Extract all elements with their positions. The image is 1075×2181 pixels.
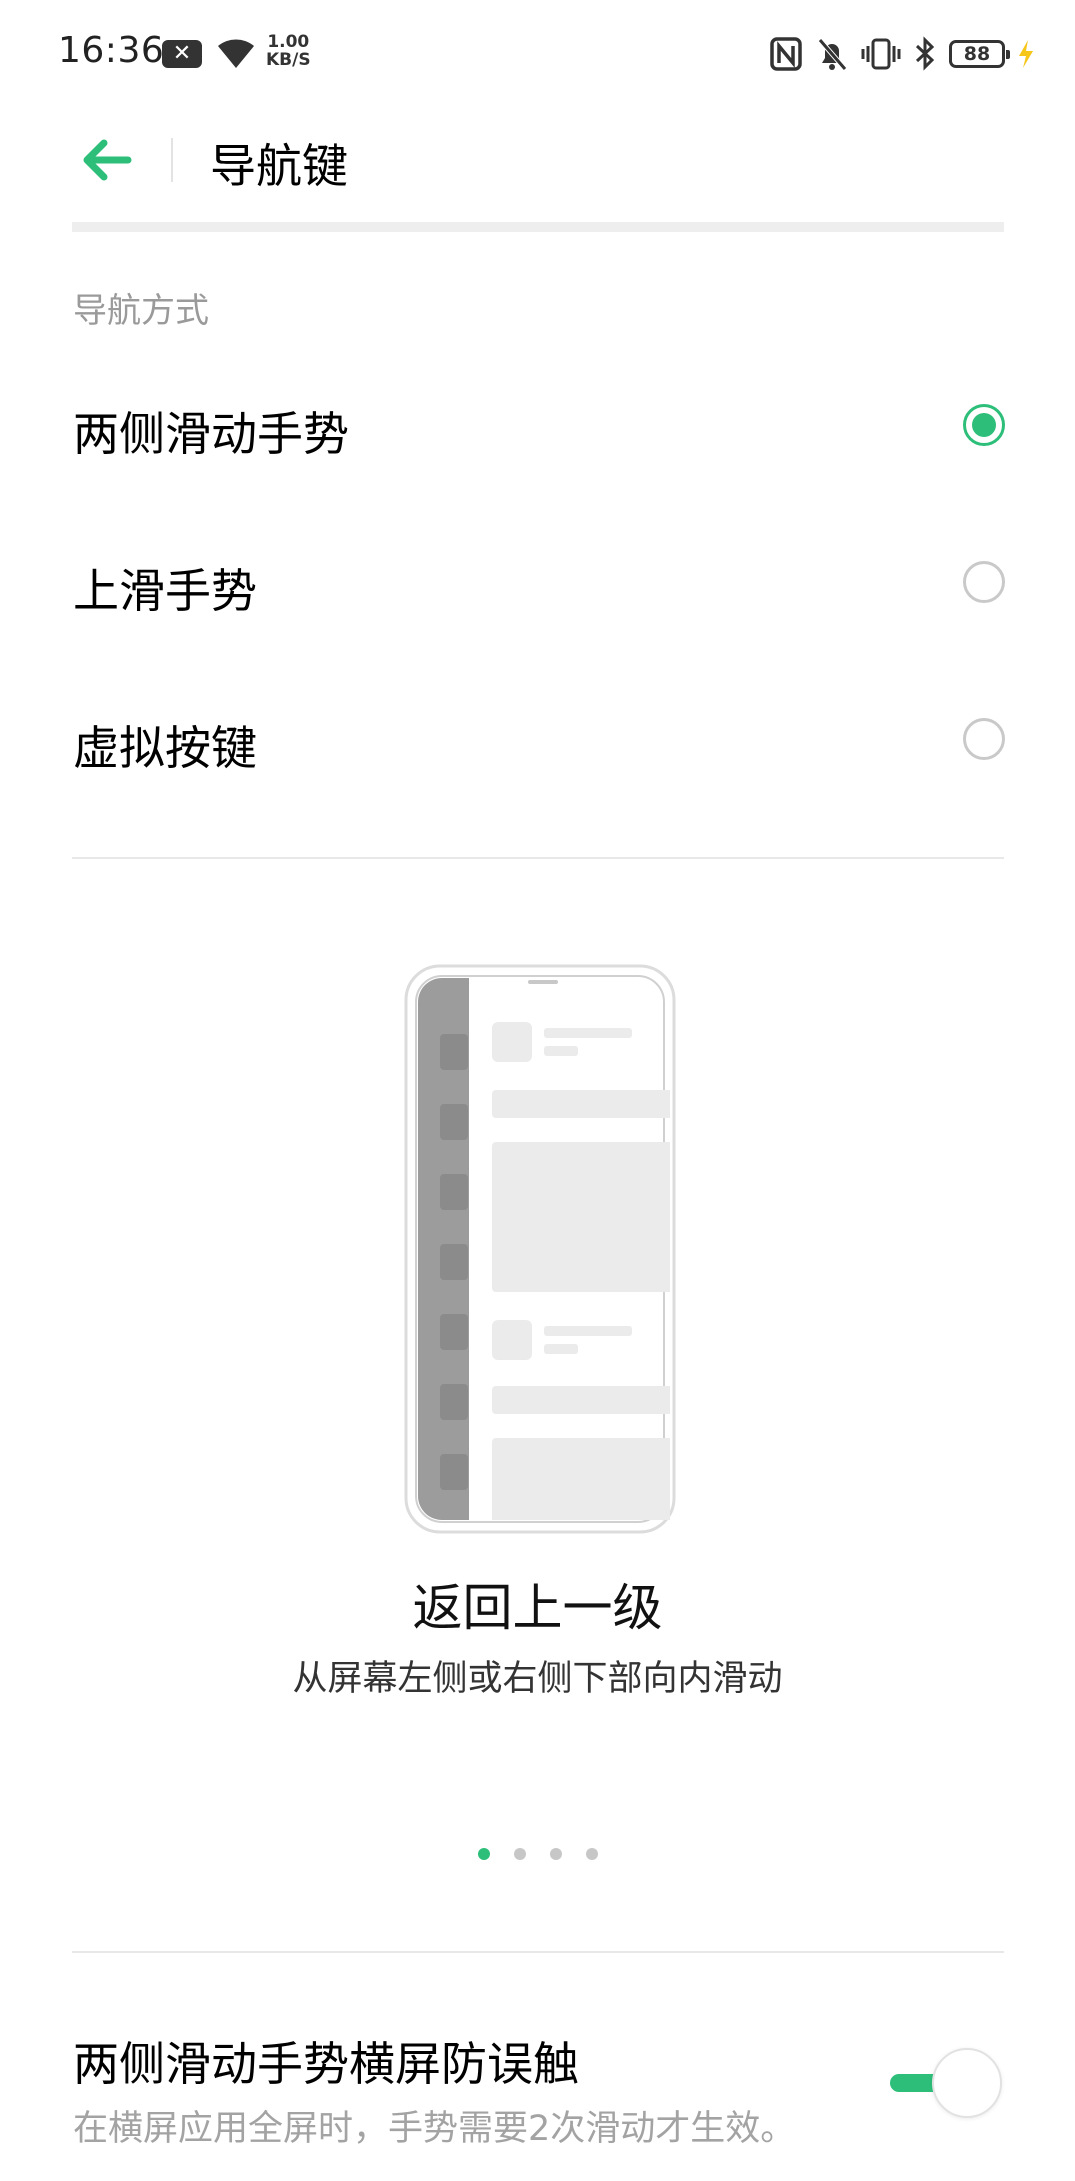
page-dot[interactable] bbox=[513, 1848, 526, 1860]
net-speed-unit: KB/S bbox=[266, 50, 311, 70]
radio-button[interactable] bbox=[963, 718, 1005, 760]
divider bbox=[72, 1951, 1004, 1953]
network-speed: 1.00 KB/S bbox=[266, 33, 311, 69]
status-bar: 16:36 ✕ 1.00 KB/S 88 bbox=[0, 0, 1075, 110]
option-swipe-up-gesture[interactable]: 上滑手势 bbox=[0, 517, 1075, 647]
option-label: 虚拟按键 bbox=[73, 721, 257, 775]
radio-button[interactable] bbox=[963, 561, 1005, 603]
landscape-protection-title: 两侧滑动手势横屏防误触 bbox=[73, 2037, 579, 2091]
divider bbox=[72, 857, 1004, 859]
page-title: 导航键 bbox=[210, 139, 348, 193]
gesture-description: 从屏幕左侧或右侧下部向内滑动 bbox=[292, 1659, 783, 1699]
option-virtual-keys[interactable]: 虚拟按键 bbox=[0, 674, 1075, 804]
net-speed-value: 1.00 bbox=[267, 32, 310, 52]
nfc-icon bbox=[770, 37, 802, 71]
option-side-swipe-gesture[interactable]: 两侧滑动手势 bbox=[0, 360, 1075, 490]
radio-button-selected[interactable] bbox=[963, 404, 1005, 446]
landscape-protection-switch[interactable] bbox=[890, 2048, 1006, 2118]
page-indicator bbox=[0, 1848, 1075, 1860]
page-dot[interactable] bbox=[549, 1848, 562, 1860]
option-label: 两侧滑动手势 bbox=[73, 407, 349, 461]
option-label: 上滑手势 bbox=[73, 564, 257, 618]
header-divider bbox=[171, 138, 173, 182]
page-dot[interactable] bbox=[585, 1848, 598, 1860]
status-icons: 88 bbox=[769, 32, 1035, 76]
vibrate-icon bbox=[861, 38, 901, 70]
battery-icon: 88 bbox=[949, 40, 1010, 68]
notification-icon: ✕ bbox=[162, 40, 202, 68]
landscape-protection-description: 在横屏应用全屏时，手势需要2次滑动才生效。 bbox=[73, 2109, 796, 2149]
app-header: 导航键 bbox=[0, 110, 1075, 220]
switch-thumb[interactable] bbox=[932, 2048, 1002, 2118]
wifi-icon bbox=[218, 39, 254, 68]
gesture-title: 返回上一级 bbox=[412, 1579, 663, 1637]
mute-bell-icon bbox=[818, 38, 847, 71]
page-dot-active[interactable] bbox=[477, 1848, 490, 1860]
back-arrow-icon[interactable] bbox=[78, 132, 134, 188]
header-shadow bbox=[72, 222, 1004, 232]
phone-gesture-illustration[interactable] bbox=[404, 964, 676, 1534]
section-title: 导航方式 bbox=[73, 291, 209, 331]
status-time: 16:36 bbox=[58, 30, 165, 71]
bluetooth-icon bbox=[915, 36, 935, 71]
charging-icon bbox=[1019, 40, 1033, 68]
